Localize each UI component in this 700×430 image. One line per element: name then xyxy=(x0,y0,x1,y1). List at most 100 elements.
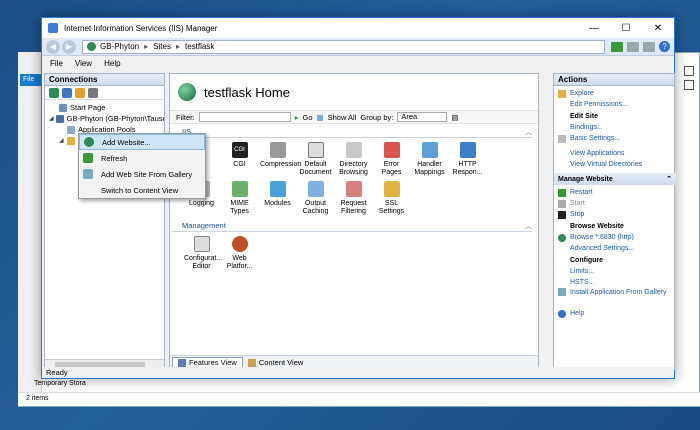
app-pools-icon xyxy=(67,125,75,134)
breadcrumb-site[interactable]: testflask xyxy=(185,42,214,51)
collapse-icon[interactable]: ⌃ xyxy=(666,175,672,183)
group-by-label: Group by: xyxy=(360,112,394,122)
actions-title: Actions xyxy=(554,74,674,86)
explore-icon xyxy=(558,89,566,98)
configure-header: Configure xyxy=(570,256,604,264)
feature-directory-browsing[interactable]: Directory Browsing xyxy=(336,138,371,177)
action-edit-permissions[interactable]: Edit Permissions... xyxy=(558,99,674,110)
forward-button[interactable]: ▶ xyxy=(62,39,76,54)
feature-row: CGI CGI Compression Default Document Dire… xyxy=(170,138,538,177)
feature-configuration-editor[interactable]: Configurat... Editor xyxy=(184,232,222,271)
close-button[interactable]: ✕ xyxy=(642,18,674,38)
filter-bar: Filter: ▸ Go ▦ Show All Group by: Area ▤ xyxy=(170,110,538,124)
action-stop[interactable]: Stop xyxy=(558,209,674,220)
content-view-icon xyxy=(247,358,256,367)
request-filtering-icon xyxy=(345,181,362,197)
action-limits[interactable]: Limits... xyxy=(558,266,674,277)
help-icon[interactable]: ? xyxy=(659,41,670,52)
gallery-icon xyxy=(558,288,566,296)
feature-modules[interactable]: Modules xyxy=(260,177,295,216)
background-window-controls xyxy=(682,62,696,102)
connections-pane: Connections Start Page ◢ GB-Phyton (GB-P… xyxy=(44,73,165,370)
feature-output-caching[interactable]: Output Caching xyxy=(298,177,333,216)
start-icon xyxy=(558,199,566,208)
default-document-icon xyxy=(307,142,324,158)
action-help[interactable]: Help xyxy=(558,308,674,319)
action-install-from-gallery[interactable]: Install Application From Gallery xyxy=(558,288,674,308)
settings-icon xyxy=(558,134,566,143)
breadcrumb-server[interactable]: GB-Phyton xyxy=(100,42,139,51)
feature-default-document[interactable]: Default Document xyxy=(298,138,333,177)
globe-add-icon xyxy=(84,137,94,147)
ssl-settings-icon xyxy=(383,181,400,197)
maximize-button[interactable]: ☐ xyxy=(610,18,642,38)
go-icon: ▸ xyxy=(294,112,299,122)
expander-icon[interactable]: ◢ xyxy=(59,137,65,144)
feature-ssl-settings[interactable]: SSL Settings xyxy=(374,177,409,216)
group-by-select[interactable]: Area xyxy=(397,112,448,122)
go-button[interactable]: Go xyxy=(303,113,313,122)
bg-max-icon[interactable] xyxy=(684,66,694,76)
page-title: testflask Home xyxy=(204,84,290,100)
tree-item-start-page[interactable]: Start Page xyxy=(49,102,164,113)
filter-input[interactable] xyxy=(198,112,291,122)
feature-cgi[interactable]: CGI CGI xyxy=(222,138,257,177)
menu-file[interactable]: File xyxy=(50,59,63,68)
background-file-tab[interactable]: File xyxy=(20,74,42,86)
menu-item-switch-content-view[interactable]: Switch to Content View xyxy=(79,182,205,198)
feature-request-filtering[interactable]: Request Filtering xyxy=(336,177,371,216)
show-all-button[interactable]: Show All xyxy=(328,113,357,122)
action-browse[interactable]: Browse *:6830 (http) xyxy=(558,232,674,243)
action-restart[interactable]: Restart xyxy=(558,187,674,198)
features-view-icon xyxy=(178,358,186,367)
minimize-button[interactable]: — xyxy=(578,18,610,38)
action-advanced-settings[interactable]: Advanced Settings... xyxy=(558,243,674,254)
tree-item-server[interactable]: ◢ GB-Phyton (GB-Phyton\Tause xyxy=(49,113,164,124)
refresh-icon[interactable] xyxy=(611,41,623,52)
menu-help[interactable]: Help xyxy=(104,59,120,68)
compression-icon xyxy=(269,142,286,158)
feature-compression[interactable]: Compression xyxy=(260,138,301,177)
menu-view[interactable]: View xyxy=(75,59,92,68)
section-management[interactable]: Management ︿ xyxy=(172,220,532,232)
section-iis[interactable]: IIS ︿ xyxy=(172,126,532,138)
back-button[interactable]: ◀ xyxy=(46,39,60,54)
action-view-applications[interactable]: View Applications xyxy=(558,148,674,159)
breadcrumb[interactable]: GB-Phyton ▸ Sites ▸ testflask xyxy=(82,39,605,54)
menu-item-refresh[interactable]: Refresh xyxy=(79,150,205,166)
disconnect-icon[interactable] xyxy=(88,87,98,98)
actions-pane: Actions Explore Edit Permissions... Edit… xyxy=(553,73,676,370)
home-icon[interactable] xyxy=(643,41,655,52)
action-view-virtual-directories[interactable]: View Virtual Directories xyxy=(558,159,674,170)
feature-error-pages[interactable]: Error Pages xyxy=(374,138,409,177)
menu-item-add-website[interactable]: Add Website... xyxy=(79,134,205,150)
collapse-icon[interactable]: ︿ xyxy=(525,221,532,231)
directory-browsing-icon xyxy=(345,142,362,158)
feature-web-platform[interactable]: Web Platfor... xyxy=(222,232,257,271)
collapse-icon[interactable]: ︿ xyxy=(525,127,532,137)
feature-http-response[interactable]: HTTP Respon... xyxy=(450,138,485,177)
bg-close-icon[interactable] xyxy=(684,80,694,90)
menu-item-add-from-gallery[interactable]: Add Web Site From Gallery xyxy=(79,166,205,182)
action-hsts[interactable]: HSTS... xyxy=(558,277,674,288)
feature-mime-types[interactable]: MIME Types xyxy=(222,177,257,216)
modules-icon xyxy=(269,181,286,197)
action-bindings[interactable]: Bindings... xyxy=(558,122,674,133)
help-icon xyxy=(558,309,566,318)
action-basic-settings[interactable]: Basic Settings... xyxy=(558,133,674,144)
stop-icon[interactable] xyxy=(627,41,639,52)
action-explore[interactable]: Explore xyxy=(558,88,674,99)
breadcrumb-sites[interactable]: Sites xyxy=(153,42,171,51)
connect-icon[interactable] xyxy=(49,87,59,98)
view-mode-icon[interactable]: ▤ xyxy=(451,113,458,122)
expander-icon[interactable]: ◢ xyxy=(49,115,54,122)
mime-types-icon xyxy=(231,181,248,197)
action-start[interactable]: Start xyxy=(558,198,674,209)
background-temporary-storage: Temporary Stora xyxy=(34,380,86,387)
manage-website-header[interactable]: Manage Website ⌃ xyxy=(554,173,676,185)
up-icon[interactable] xyxy=(75,87,85,98)
save-icon[interactable] xyxy=(62,87,72,98)
feature-handler-mappings[interactable]: Handler Mappings xyxy=(412,138,447,177)
server-icon xyxy=(55,114,64,123)
breadcrumb-separator: ▸ xyxy=(144,42,149,51)
